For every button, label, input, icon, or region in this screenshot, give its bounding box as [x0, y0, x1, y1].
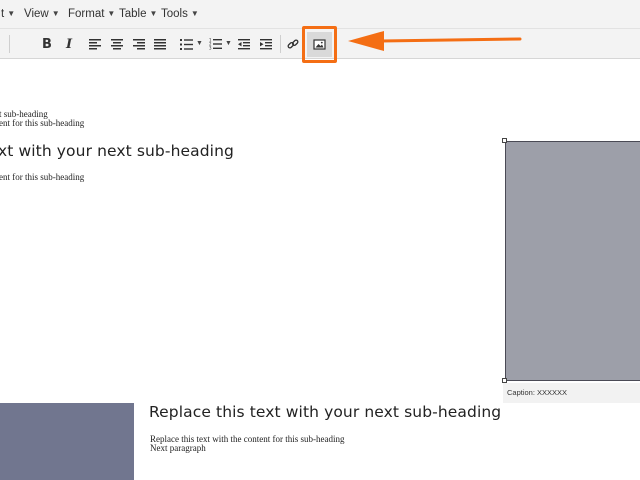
menu-table[interactable]: Table ▼: [119, 8, 157, 20]
link-button[interactable]: [286, 34, 300, 54]
doc-text: ent for this sub-heading: [0, 118, 85, 128]
chevron-down-icon[interactable]: ▼: [196, 40, 203, 47]
chevron-down-icon: ▼: [149, 9, 158, 18]
link-icon: [287, 39, 299, 49]
bullet-list-button[interactable]: [179, 34, 193, 54]
toolbar-separator: [9, 35, 10, 53]
menu-bar: t ▼ View ▼ Format ▼ Table ▼ Tools ▼: [0, 0, 640, 29]
menu-tools-label: Tools: [161, 8, 188, 20]
align-left-icon: [89, 38, 101, 49]
align-justify-button[interactable]: [153, 34, 167, 54]
outdent-icon: [238, 38, 250, 49]
doc-heading: xt with your next sub-heading: [0, 142, 234, 160]
align-right-icon: [133, 38, 145, 49]
bold-button[interactable]: B: [40, 34, 54, 54]
align-left-button[interactable]: [88, 34, 102, 54]
indent-button[interactable]: [259, 34, 273, 54]
italic-button[interactable]: I: [62, 34, 76, 54]
numbered-list-button[interactable]: 123: [208, 34, 222, 54]
outdent-button[interactable]: [237, 34, 251, 54]
chevron-down-icon: ▼: [51, 9, 60, 18]
menu-view-label: View: [24, 8, 49, 20]
bullet-list-icon: [179, 38, 193, 50]
menu-format-label: Format: [68, 8, 105, 20]
highlight-box: [302, 26, 337, 63]
svg-text:3: 3: [209, 46, 212, 51]
figure-caption: Caption: XXXXXX: [503, 383, 640, 403]
menu-table-label: Table: [119, 8, 147, 20]
chevron-down-icon: ▼: [7, 9, 16, 18]
chevron-down-icon: ▼: [190, 9, 199, 18]
image-placeholder[interactable]: [0, 403, 134, 480]
menu-format[interactable]: Format ▼: [68, 8, 115, 20]
numbered-list-icon: 123: [209, 38, 222, 50]
align-right-button[interactable]: [132, 34, 146, 54]
image-placeholder[interactable]: [505, 141, 640, 381]
menu-view[interactable]: View ▼: [24, 8, 60, 20]
menu-edit-label: t: [1, 8, 5, 20]
menu-edit[interactable]: t ▼: [1, 8, 15, 20]
doc-text: ent for this sub-heading: [0, 172, 85, 182]
align-justify-icon: [154, 38, 166, 49]
caption-text: Caption: XXXXXX: [507, 388, 568, 397]
doc-text: Next paragraph: [150, 443, 206, 453]
chevron-down-icon[interactable]: ▼: [225, 40, 232, 47]
chevron-down-icon: ▼: [107, 9, 116, 18]
resize-handle[interactable]: [502, 138, 507, 143]
align-center-icon: [111, 38, 123, 49]
toolbar-separator: [280, 35, 281, 53]
indent-icon: [260, 38, 272, 49]
menu-tools[interactable]: Tools ▼: [161, 8, 199, 20]
align-center-button[interactable]: [110, 34, 124, 54]
doc-heading: Replace this text with your next sub-hea…: [149, 403, 502, 421]
